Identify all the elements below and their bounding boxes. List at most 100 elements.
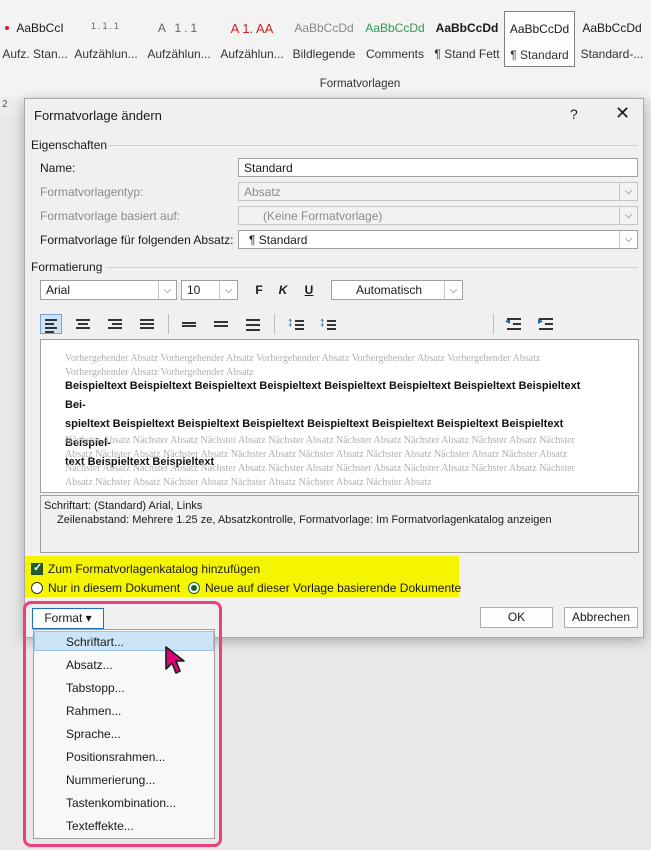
chevron-down-icon: ⌵ xyxy=(619,183,637,200)
toolbar-separator xyxy=(274,314,275,334)
underline-button[interactable]: U xyxy=(298,280,320,300)
style-preview: AaBbCcDd xyxy=(294,21,354,35)
style-preview: AaBbCcDd xyxy=(435,21,499,35)
ribbon-group-label: Formatvorlagen xyxy=(319,78,401,90)
name-label-text: Name: xyxy=(40,161,76,175)
style-label: Standard-... xyxy=(580,47,644,61)
bold-button[interactable]: F xyxy=(248,280,270,300)
style-standard-dash[interactable]: AaBbCcDd Standard-... xyxy=(576,11,648,65)
style-aufzaehlung-3[interactable]: A 1. AA Aufzählun... xyxy=(216,11,288,65)
menu-item-positionsrahmen[interactable]: Positionsrahmen... xyxy=(66,750,165,764)
align-right-icon[interactable] xyxy=(104,314,126,334)
chevron-down-icon: ⌵ xyxy=(158,281,176,299)
align-left-icon[interactable] xyxy=(40,314,62,334)
style-label: ¶ Standard xyxy=(510,48,569,62)
type-label: Formatvorlagentyp: xyxy=(40,185,144,199)
menu-item-nummerierung[interactable]: Nummerierung... xyxy=(66,773,155,787)
preview-previous-paragraph: Vorhergehender Absatz Vorhergehender Abs… xyxy=(65,353,541,378)
style-aufzaehlung-2[interactable]: A 1.1 Aufzählun... xyxy=(143,11,215,65)
based-on-label: Formatvorlage basiert auf: xyxy=(40,209,181,223)
formatting-heading: Formatierung xyxy=(31,260,103,274)
space-before-icon[interactable]: ↕ xyxy=(285,314,307,334)
ruler-mark: 2 xyxy=(2,99,8,110)
style-label: Aufzählun... xyxy=(220,47,284,61)
toolbar-separator xyxy=(168,314,169,334)
add-to-gallery-label: Zum Formatvorlagenkatalog hinzufügen xyxy=(48,562,261,576)
style-label: Bildlegende xyxy=(292,47,356,61)
help-button[interactable]: ? xyxy=(570,106,578,122)
name-input[interactable]: Standard xyxy=(238,158,638,177)
cancel-button[interactable]: Abbrechen xyxy=(564,607,638,628)
style-label: ¶ Stand Fett xyxy=(434,47,500,61)
increase-indent-icon[interactable]: ▸ xyxy=(535,314,557,334)
style-preview: A 1.1 xyxy=(157,21,201,35)
add-to-gallery-checkbox[interactable]: ✓ xyxy=(31,562,43,575)
type-select: Absatz ⌵ xyxy=(238,182,638,201)
align-center-icon[interactable] xyxy=(72,314,94,334)
next-style-label: Formatvorlage für folgenden Absatz: xyxy=(40,233,234,247)
menu-item-rahmen[interactable]: Rahmen... xyxy=(66,704,121,718)
style-preview: A 1. AA xyxy=(230,21,274,36)
style-stand-fett[interactable]: AaBbCcDd ¶ Stand Fett xyxy=(431,11,503,65)
menu-item-tabstopp[interactable]: Tabstopp... xyxy=(66,681,125,695)
properties-heading: Eigenschaften xyxy=(31,138,108,152)
line-spacing-single-icon[interactable] xyxy=(178,314,200,334)
line-spacing-double-icon[interactable] xyxy=(242,314,264,334)
font-color-select[interactable]: Automatisch ⌵ xyxy=(331,280,463,300)
chevron-down-icon: ⌵ xyxy=(619,231,637,248)
style-aufz-standard[interactable]: AaBbCcI Aufz. Stan... xyxy=(0,11,70,65)
description-line: Schriftart: (Standard) Arial, Links xyxy=(44,500,203,512)
only-this-document-label: Nur in diesem Dokument xyxy=(48,581,181,595)
font-select[interactable]: Arial ⌵ xyxy=(40,280,177,300)
next-style-select[interactable]: ¶ Standard ⌵ xyxy=(238,230,638,249)
based-on-select: (Keine Formatvorlage) ⌵ xyxy=(238,206,638,225)
style-label: Aufz. Stan... xyxy=(2,47,68,61)
red-marker-icon xyxy=(5,26,9,30)
chevron-down-icon: ⌵ xyxy=(444,281,462,299)
font-value: Arial xyxy=(46,283,71,297)
style-preview-pane: Vorhergehender Absatz Vorhergehender Abs… xyxy=(40,339,639,493)
style-preview: AaBbCcDd xyxy=(509,22,570,36)
menu-item-schriftart[interactable]: Schriftart... xyxy=(66,635,124,649)
based-on-value: (Keine Formatvorlage) xyxy=(263,209,383,223)
style-description: Schriftart: (Standard) Arial, Links Zeil… xyxy=(40,495,639,553)
new-documents-radio[interactable] xyxy=(188,582,200,594)
style-standard[interactable]: AaBbCcDd ¶ Standard xyxy=(504,11,575,67)
divider xyxy=(108,145,638,146)
style-label: Aufzählun... xyxy=(147,47,211,61)
align-justify-icon[interactable] xyxy=(136,314,158,334)
font-size-select[interactable]: 10 ⌵ xyxy=(181,280,238,300)
mouse-pointer-icon xyxy=(165,646,185,674)
dialog-title: Formatvorlage ändern xyxy=(34,108,162,123)
menu-item-texteffekte[interactable]: Texteffekte... xyxy=(66,819,134,833)
italic-button[interactable]: K xyxy=(272,280,294,300)
menu-item-sprache[interactable]: Sprache... xyxy=(66,727,121,741)
preview-next-paragraph: Nächster Absatz Nächster Absatz Nächster… xyxy=(65,435,575,488)
space-after-icon[interactable]: ↕ xyxy=(317,314,339,334)
font-size-value: 10 xyxy=(187,283,201,297)
preview-sample-line: Beispieltext Beispieltext Beispieltext B… xyxy=(65,380,581,411)
menu-item-absatz[interactable]: Absatz... xyxy=(66,658,113,672)
style-preview: 1.1.1 xyxy=(90,21,122,31)
style-comments[interactable]: AaBbCcDd Comments xyxy=(360,11,430,65)
style-label: Aufzählun... xyxy=(74,47,138,61)
style-aufzaehlung-1[interactable]: 1.1.1 Aufzählun... xyxy=(70,11,142,65)
checkmark-icon: ✓ xyxy=(33,562,43,574)
font-color-value: Automatisch xyxy=(356,283,423,297)
style-preview: AaBbCcI xyxy=(16,21,64,35)
close-icon[interactable]: ✕ xyxy=(615,103,630,124)
style-bildlegende[interactable]: AaBbCcDd Bildlegende xyxy=(289,11,359,65)
chevron-down-icon: ⌵ xyxy=(219,281,237,299)
menu-item-tastenkombination[interactable]: Tastenkombination... xyxy=(66,796,176,810)
toolbar-separator xyxy=(493,314,494,334)
only-this-document-radio[interactable] xyxy=(31,582,43,594)
ok-button[interactable]: OK xyxy=(480,607,553,628)
name-label: Name: xyxy=(40,161,75,175)
decrease-indent-icon[interactable]: ◂ xyxy=(503,314,525,334)
divider xyxy=(107,267,638,268)
type-value: Absatz xyxy=(244,185,281,199)
style-label: Comments xyxy=(365,47,424,61)
chevron-down-icon: ⌵ xyxy=(619,207,637,224)
line-spacing-onehalf-icon[interactable] xyxy=(210,314,232,334)
description-line: Zeilenabstand: Mehrere 1.25 ze, Absatzko… xyxy=(57,514,552,526)
